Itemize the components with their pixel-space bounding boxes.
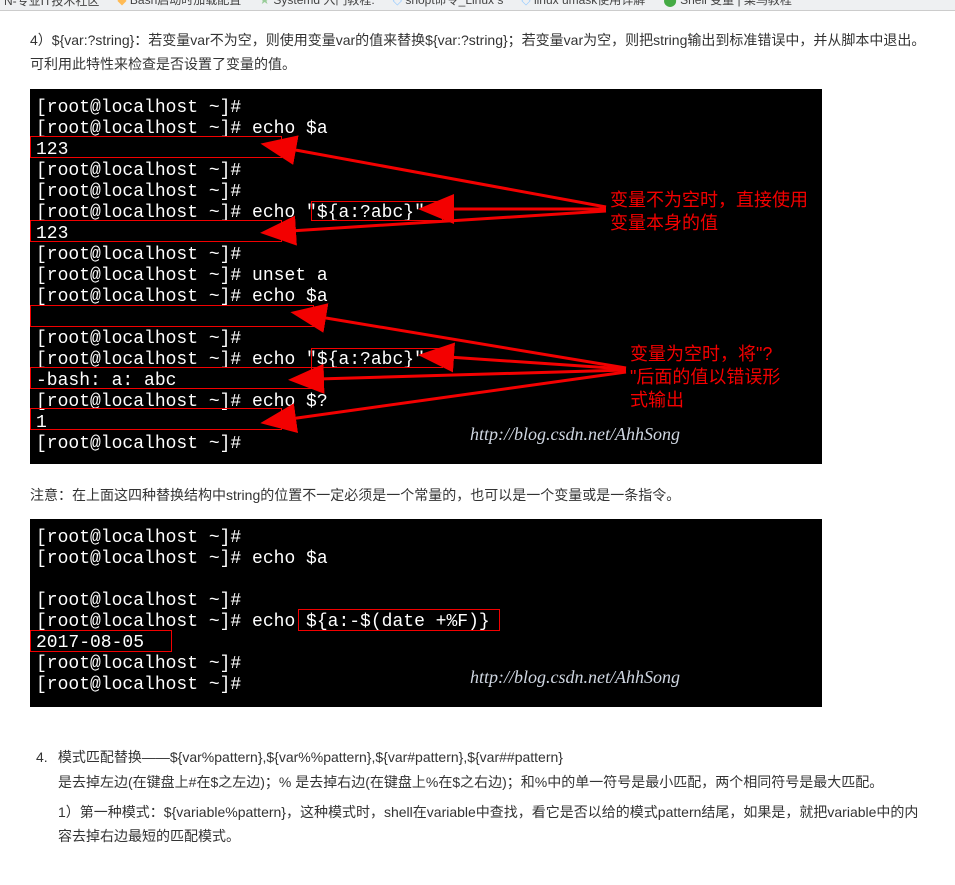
watermark: http://blog.csdn.net/AhhSong: [470, 424, 680, 445]
term1-line: [root@localhost ~]#: [36, 160, 816, 181]
term1-line: [root@localhost ~]#: [36, 244, 816, 265]
term1-line: [root@localhost ~]#: [36, 433, 816, 454]
highlight-box: [311, 201, 443, 221]
highlight-box: [30, 630, 172, 652]
highlight-box: [311, 348, 443, 368]
intro-paragraph: 4）${var:?string}：若变量var不为空，则使用变量var的值来替换…: [30, 29, 931, 77]
terminal-screenshot-1: [root@localhost ~]# [root@localhost ~]# …: [30, 89, 822, 464]
section4-p1: 是去掉左边(在键盘上#在$之左边)；% 是去掉右边(在键盘上%在$之右边)；和%…: [58, 771, 931, 795]
tab-1[interactable]: N-专业IT技术社区: [4, 0, 99, 9]
browser-tab-bar[interactable]: N-专业IT技术社区 ◆ Bash启动时加载配置 ★ Systemd 入门教程:…: [0, 0, 955, 11]
highlight-box: [30, 136, 282, 158]
term2-line: [root@localhost ~]# echo $a: [36, 548, 816, 569]
tab-6[interactable]: ⬤ Shell 变量 | 菜鸟教程: [663, 0, 792, 9]
highlight-box: [30, 305, 314, 327]
section4-title: 模式匹配替换——${var%pattern},${var%%pattern},$…: [58, 749, 563, 765]
highlight-box: [30, 220, 282, 242]
term1-line: [root@localhost ~]# unset a: [36, 265, 816, 286]
term2-line: [root@localhost ~]#: [36, 674, 816, 695]
highlight-box: [30, 367, 312, 389]
ordered-section: 4. 模式匹配替换——${var%pattern},${var%%pattern…: [30, 747, 931, 848]
term1-line: [root@localhost ~]#: [36, 97, 816, 118]
tab-2[interactable]: ◆ Bash启动时加载配置: [117, 0, 241, 9]
watermark: http://blog.csdn.net/AhhSong: [470, 667, 680, 688]
term2-line: [root@localhost ~]#: [36, 527, 816, 548]
tab-3[interactable]: ★ Systemd 入门教程:: [259, 0, 374, 9]
section4-p2: 1）第一种模式：${variable%pattern}，这种模式时，shell在…: [58, 801, 931, 849]
tab-5[interactable]: ◇ linux umask使用详解: [521, 0, 645, 9]
highlight-box: [298, 609, 500, 631]
highlight-box: [30, 408, 282, 430]
annotation-1: 变量不为空时，直接使用 变量本身的值: [610, 189, 808, 236]
term1-line: [root@localhost ~]# echo $a: [36, 286, 816, 307]
annotation-2: 变量为空时，将"? "后面的值以错误形 式输出: [630, 343, 780, 413]
term2-line: [root@localhost ~]#: [36, 653, 816, 674]
note-paragraph: 注意：在上面这四种替换结构中string的位置不一定必须是一个常量的，也可以是一…: [30, 484, 931, 508]
term2-line: [root@localhost ~]#: [36, 590, 816, 611]
tab-4[interactable]: ◇ shopt命令_Linux s: [393, 0, 504, 9]
article-body: 4）${var:?string}：若变量var不为空，则使用变量var的值来替换…: [0, 11, 955, 885]
terminal-screenshot-2: [root@localhost ~]# [root@localhost ~]# …: [30, 519, 822, 707]
list-number: 4.: [36, 749, 54, 765]
term2-line: [36, 569, 816, 590]
